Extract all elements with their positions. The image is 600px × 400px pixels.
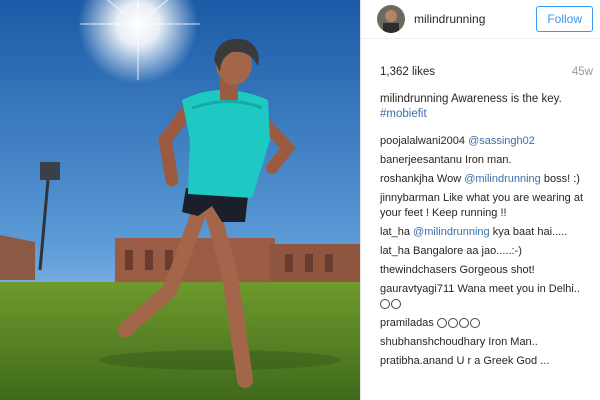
caption: milindrunning Awareness is the key. #mob…: [361, 78, 600, 122]
comment-item: jinnybarman Like what you are wearing at…: [380, 191, 592, 221]
comment-text: Gorgeous shot!: [459, 264, 535, 276]
likes-count[interactable]: 1,362 likes: [380, 66, 435, 78]
post-header: milindrunning Follow: [361, 0, 600, 39]
comment-username[interactable]: roshankjha: [380, 173, 434, 185]
smiley-icon: [391, 299, 401, 310]
comment-item: banerjeesantanu Iron man.: [380, 153, 592, 168]
avatar[interactable]: [377, 5, 405, 33]
post-age[interactable]: 45w: [572, 66, 593, 78]
comment-item: lat_ha @milindrunning kya baat hai.....: [380, 225, 592, 240]
comment-mention[interactable]: @sassingh02: [468, 135, 535, 147]
instagram-post: milindrunning Follow 1,362 likes 45w mil…: [0, 0, 600, 400]
comment-text: boss! :): [543, 173, 580, 185]
comment-username[interactable]: pramiladas: [380, 317, 434, 329]
post-photo: [0, 0, 360, 400]
comment-username[interactable]: jinnybarman: [380, 192, 440, 204]
smiley-icon: [469, 318, 480, 329]
comment-text-pre: Wow: [436, 173, 462, 185]
comment-text: U r a Greek God ...: [456, 355, 550, 367]
comment-username[interactable]: gauravtyagi711: [380, 283, 454, 295]
comment-username[interactable]: thewindchasers: [380, 264, 456, 276]
comment-item: poojalalwani2004 @sassingh02: [380, 134, 592, 149]
comment-item: pratibha.anand U r a Greek God ...: [380, 354, 592, 369]
comment-username[interactable]: lat_ha: [380, 245, 410, 257]
follow-button[interactable]: Follow: [536, 6, 593, 32]
username[interactable]: milindrunning: [414, 12, 536, 26]
likes-row: 1,362 likes 45w: [361, 39, 600, 78]
caption-hashtag[interactable]: #mobiefit: [380, 108, 427, 120]
comment-list: poojalalwani2004 @sassingh02 banerjeesan…: [361, 122, 600, 369]
comment-text: Iron man.: [465, 154, 512, 166]
comment-username[interactable]: poojalalwani2004: [380, 135, 465, 147]
comment-item: roshankjha Wow @milindrunning boss! :): [380, 172, 592, 187]
smiley-icon: [436, 318, 447, 329]
comment-item: gauravtyagi711 Wana meet you in Delhi..: [380, 282, 592, 312]
caption-username[interactable]: milindrunning: [380, 93, 448, 105]
smiley-icon: [447, 318, 458, 329]
comment-text: Bangalore aa jao.....:-): [413, 245, 522, 257]
comment-text: kya baat hai.....: [492, 226, 568, 238]
comment-mention[interactable]: @milindrunning: [413, 226, 490, 238]
comment-mention[interactable]: @milindrunning: [464, 173, 541, 185]
comment-text: Wana meet you in Delhi..: [457, 283, 580, 295]
caption-text: Awareness is the key.: [450, 93, 562, 105]
smiley-icon: [458, 318, 469, 329]
comment-username[interactable]: pratibha.anand: [380, 355, 453, 367]
comment-item: pramiladas: [380, 316, 592, 331]
comment-item: lat_ha Bangalore aa jao.....:-): [380, 244, 592, 259]
comment-item: thewindchasers Gorgeous shot!: [380, 263, 592, 278]
smiley-icon: [380, 299, 390, 310]
comment-item: shubhanshchoudhary Iron Man..: [380, 335, 592, 350]
post-sidebar: milindrunning Follow 1,362 likes 45w mil…: [360, 0, 600, 400]
comment-username[interactable]: lat_ha: [380, 226, 410, 238]
comment-username[interactable]: shubhanshchoudhary: [380, 336, 485, 348]
comment-username[interactable]: banerjeesantanu: [380, 154, 462, 166]
comment-text: Iron Man..: [488, 336, 538, 348]
